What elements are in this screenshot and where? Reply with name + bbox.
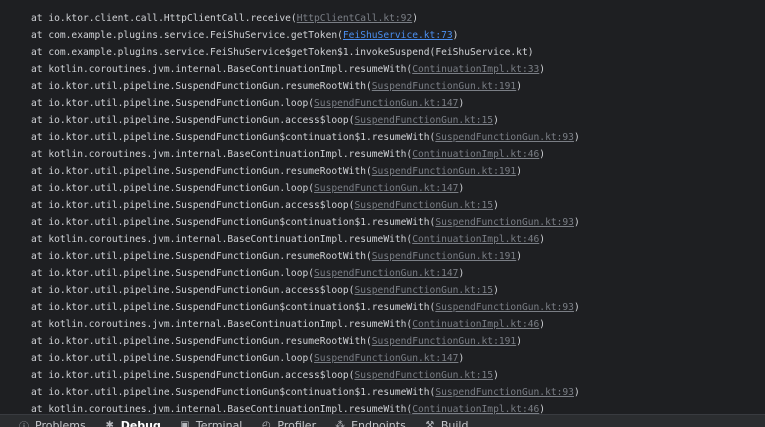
stacktrace-frame-suffix: ) (573, 302, 580, 313)
stacktrace-frame-suffix: ) (493, 370, 499, 381)
stacktrace-frame-text: at com.example.plugins.service.FeiShuSer… (31, 47, 534, 58)
stacktrace-line: at io.ktor.client.call.HttpClientCall.re… (31, 10, 580, 27)
stacktrace-frame-text: at io.ktor.util.pipeline.SuspendFunction… (31, 115, 355, 126)
stacktrace-frame-suffix: ) (539, 319, 546, 330)
stacktrace-line: at io.ktor.util.pipeline.SuspendFunction… (31, 367, 580, 384)
stacktrace-line: at io.ktor.util.pipeline.SuspendFunction… (31, 384, 580, 401)
source-link[interactable]: ContinuationImpl.kt:46 (412, 149, 539, 160)
stacktrace-frame-suffix: ) (573, 387, 580, 398)
stacktrace-frame-suffix: ) (493, 200, 499, 211)
source-link[interactable]: SuspendFunctionGun.kt:191 (372, 336, 516, 347)
stacktrace-line: at io.ktor.util.pipeline.SuspendFunction… (31, 180, 580, 197)
stacktrace-frame-suffix: ) (516, 336, 522, 347)
stacktrace-frame-text: at kotlin.coroutines.jvm.internal.BaseCo… (31, 234, 413, 245)
stacktrace-frame-text: at kotlin.coroutines.jvm.internal.BaseCo… (31, 64, 413, 75)
stacktrace-line: at kotlin.coroutines.jvm.internal.BaseCo… (31, 61, 580, 78)
source-link[interactable]: SuspendFunctionGun.kt:147 (314, 183, 458, 194)
source-link[interactable]: SuspendFunctionGun.kt:15 (354, 200, 493, 211)
source-link[interactable]: ContinuationImpl.kt:46 (412, 234, 539, 245)
stacktrace-frame-text: at io.ktor.util.pipeline.SuspendFunction… (31, 132, 436, 143)
stacktrace-line: at kotlin.coroutines.jvm.internal.BaseCo… (31, 401, 580, 414)
stacktrace-line: at kotlin.coroutines.jvm.internal.BaseCo… (31, 316, 580, 333)
stacktrace-frame-text: at com.example.plugins.service.FeiShuSer… (31, 30, 343, 41)
stacktrace-frame-suffix: ) (452, 30, 459, 41)
stacktrace-frame-text: at io.ktor.util.pipeline.SuspendFunction… (31, 353, 315, 364)
stacktrace-frame-suffix: ) (493, 285, 499, 296)
stacktrace-frame-text: at io.ktor.util.pipeline.SuspendFunction… (31, 217, 436, 228)
source-link[interactable]: SuspendFunctionGun.kt:147 (314, 98, 458, 109)
stacktrace-frame-text: at io.ktor.util.pipeline.SuspendFunction… (31, 81, 372, 92)
stacktrace-line: at io.ktor.util.pipeline.SuspendFunction… (31, 129, 580, 146)
source-link[interactable]: SuspendFunctionGun.kt:93 (435, 217, 574, 228)
source-link[interactable]: FeiShuService.kt:73 (343, 30, 453, 41)
stacktrace-frame-suffix: ) (412, 13, 419, 24)
stacktrace-line: at io.ktor.util.pipeline.SuspendFunction… (31, 78, 580, 95)
source-link[interactable]: SuspendFunctionGun.kt:191 (372, 166, 516, 177)
console-output[interactable]: at io.ktor.client.call.HttpClientCall.re… (0, 0, 765, 414)
stacktrace-frame-suffix: ) (516, 166, 522, 177)
stacktrace-frame-suffix: ) (539, 149, 546, 160)
source-link[interactable]: SuspendFunctionGun.kt:15 (354, 370, 493, 381)
source-link[interactable]: SuspendFunctionGun.kt:93 (435, 302, 574, 313)
source-link[interactable]: SuspendFunctionGun.kt:15 (354, 115, 493, 126)
stacktrace-frame-text: at io.ktor.util.pipeline.SuspendFunction… (31, 200, 355, 211)
stacktrace-line: at com.example.plugins.service.FeiShuSer… (31, 27, 580, 44)
stacktrace-line: at io.ktor.util.pipeline.SuspendFunction… (31, 333, 580, 350)
stacktrace-frame-text: at io.ktor.util.pipeline.SuspendFunction… (31, 251, 372, 262)
stacktrace-frame-suffix: ) (573, 132, 580, 143)
stacktrace-line: at io.ktor.util.pipeline.SuspendFunction… (31, 248, 580, 265)
stacktrace-line: at kotlin.coroutines.jvm.internal.BaseCo… (31, 146, 580, 163)
stacktrace-line: at io.ktor.util.pipeline.SuspendFunction… (31, 197, 580, 214)
source-link[interactable]: SuspendFunctionGun.kt:93 (435, 387, 574, 398)
stacktrace-frame-suffix: ) (458, 98, 465, 109)
stacktrace-line: at io.ktor.util.pipeline.SuspendFunction… (31, 112, 580, 129)
stacktrace-line: at io.ktor.util.pipeline.SuspendFunction… (31, 95, 580, 112)
source-link[interactable]: SuspendFunctionGun.kt:147 (314, 268, 458, 279)
stacktrace-frame-text: at io.ktor.util.pipeline.SuspendFunction… (31, 387, 436, 398)
source-link[interactable]: SuspendFunctionGun.kt:93 (435, 132, 574, 143)
stacktrace-line: at io.ktor.util.pipeline.SuspendFunction… (31, 299, 580, 316)
source-link[interactable]: HttpClientCall.kt:92 (297, 13, 413, 24)
stacktrace-frame-text: at kotlin.coroutines.jvm.internal.BaseCo… (31, 404, 413, 414)
source-link[interactable]: ContinuationImpl.kt:46 (412, 404, 539, 414)
stacktrace-frame-text: at io.ktor.util.pipeline.SuspendFunction… (31, 268, 315, 279)
stacktrace-frame-text: at io.ktor.util.pipeline.SuspendFunction… (31, 336, 372, 347)
stacktrace-frame-text: at io.ktor.util.pipeline.SuspendFunction… (31, 166, 372, 177)
source-link[interactable]: SuspendFunctionGun.kt:191 (372, 81, 516, 92)
stacktrace-frame-suffix: ) (539, 234, 546, 245)
stacktrace-line: at io.ktor.util.pipeline.SuspendFunction… (31, 265, 580, 282)
stacktrace-frame-text: at kotlin.coroutines.jvm.internal.BaseCo… (31, 149, 413, 160)
source-link[interactable]: ContinuationImpl.kt:46 (412, 319, 539, 330)
stacktrace-frame-text: at io.ktor.util.pipeline.SuspendFunction… (31, 370, 355, 381)
source-link[interactable]: SuspendFunctionGun.kt:191 (372, 251, 516, 262)
stacktrace-frame-text: at kotlin.coroutines.jvm.internal.BaseCo… (31, 319, 413, 330)
stacktrace-frame-suffix: ) (539, 404, 546, 414)
source-link[interactable]: SuspendFunctionGun.kt:147 (314, 353, 458, 364)
stacktrace-frame-text: at io.ktor.util.pipeline.SuspendFunction… (31, 98, 315, 109)
source-link[interactable]: ContinuationImpl.kt:33 (412, 64, 539, 75)
stacktrace-frame-text: at io.ktor.client.call.HttpClientCall.re… (31, 13, 297, 24)
stacktrace-frame-suffix: ) (516, 81, 522, 92)
stacktrace-frame-text: at io.ktor.util.pipeline.SuspendFunction… (31, 285, 355, 296)
stacktrace-line: at com.example.plugins.service.FeiShuSer… (31, 44, 580, 61)
stacktrace-frame-suffix: ) (458, 353, 465, 364)
stacktrace-frame-suffix: ) (493, 115, 499, 126)
stacktrace-frame-suffix: ) (573, 217, 580, 228)
stacktrace-frame-text: at io.ktor.util.pipeline.SuspendFunction… (31, 183, 315, 194)
tool-window-bar: ⓘProblems✱Debug▣Terminal◴Profiler⁂Endpoi… (0, 414, 765, 427)
stacktrace-frame-text: at io.ktor.util.pipeline.SuspendFunction… (31, 302, 436, 313)
stacktrace-frame-suffix: ) (539, 64, 546, 75)
stacktrace-line: at io.ktor.util.pipeline.SuspendFunction… (31, 350, 580, 367)
stacktrace-frame-suffix: ) (458, 183, 465, 194)
source-link[interactable]: SuspendFunctionGun.kt:15 (354, 285, 493, 296)
stacktrace-line: at kotlin.coroutines.jvm.internal.BaseCo… (31, 231, 580, 248)
stacktrace-line: at io.ktor.util.pipeline.SuspendFunction… (31, 214, 580, 231)
stacktrace-lines: at io.ktor.client.call.HttpClientCall.re… (31, 10, 580, 414)
stacktrace-frame-suffix: ) (458, 268, 465, 279)
stacktrace-line: at io.ktor.util.pipeline.SuspendFunction… (31, 282, 580, 299)
stacktrace-frame-suffix: ) (516, 251, 522, 262)
stacktrace-line: at io.ktor.util.pipeline.SuspendFunction… (31, 163, 580, 180)
